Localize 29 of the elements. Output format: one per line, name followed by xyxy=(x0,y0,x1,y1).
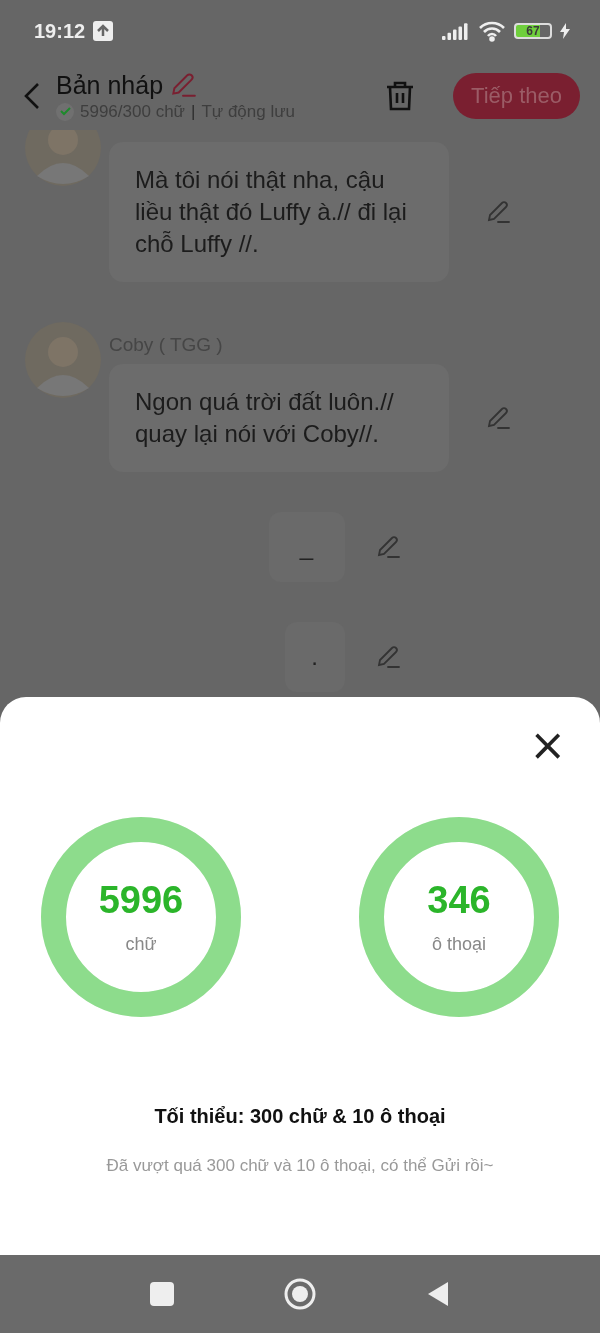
recents-button[interactable] xyxy=(150,1282,174,1306)
avatar-icon xyxy=(25,322,101,398)
narration-bubble: . xyxy=(284,622,345,692)
edit-title-icon[interactable] xyxy=(169,71,198,99)
edit-icon[interactable] xyxy=(485,405,511,431)
count-unit: ô thoại xyxy=(431,934,486,955)
home-button[interactable] xyxy=(284,1278,316,1310)
delete-button[interactable] xyxy=(385,80,416,112)
edit-icon[interactable] xyxy=(485,199,511,225)
upload-icon xyxy=(93,21,114,41)
separator: | xyxy=(190,101,196,122)
dialogue-bubble: Mà tôi nói thật nha, cậu liều thật đó Luffy à.// đi lại chỗ Luffy //. xyxy=(109,142,449,282)
signal-icon xyxy=(442,22,470,40)
requirement-text: Tối thiểu: 300 chữ & 10 ô thoại xyxy=(154,1105,446,1128)
count-value: 346 xyxy=(427,879,491,922)
narration-bubble: _ xyxy=(268,512,345,582)
status-time: 19:12 xyxy=(34,19,86,43)
draft-title: Bản nháp xyxy=(56,70,164,100)
close-button[interactable]: × xyxy=(529,725,566,765)
wifi-icon xyxy=(478,20,506,42)
count-unit: chữ xyxy=(125,934,157,955)
back-nav-button[interactable] xyxy=(426,1281,450,1307)
status-note: Đã vượt quá 300 chữ và 10 ô thoại, có thể Gửi rồi~ xyxy=(106,1156,494,1176)
count-value: 5996 xyxy=(98,879,184,922)
dialogue-bubble: Ngon quá trời đất luôn.// quay lại nói với Coby//. xyxy=(109,364,449,472)
charging-icon xyxy=(560,23,570,39)
battery-level: 67 xyxy=(514,23,552,39)
avatar-icon xyxy=(25,130,101,186)
back-button[interactable] xyxy=(22,81,42,111)
